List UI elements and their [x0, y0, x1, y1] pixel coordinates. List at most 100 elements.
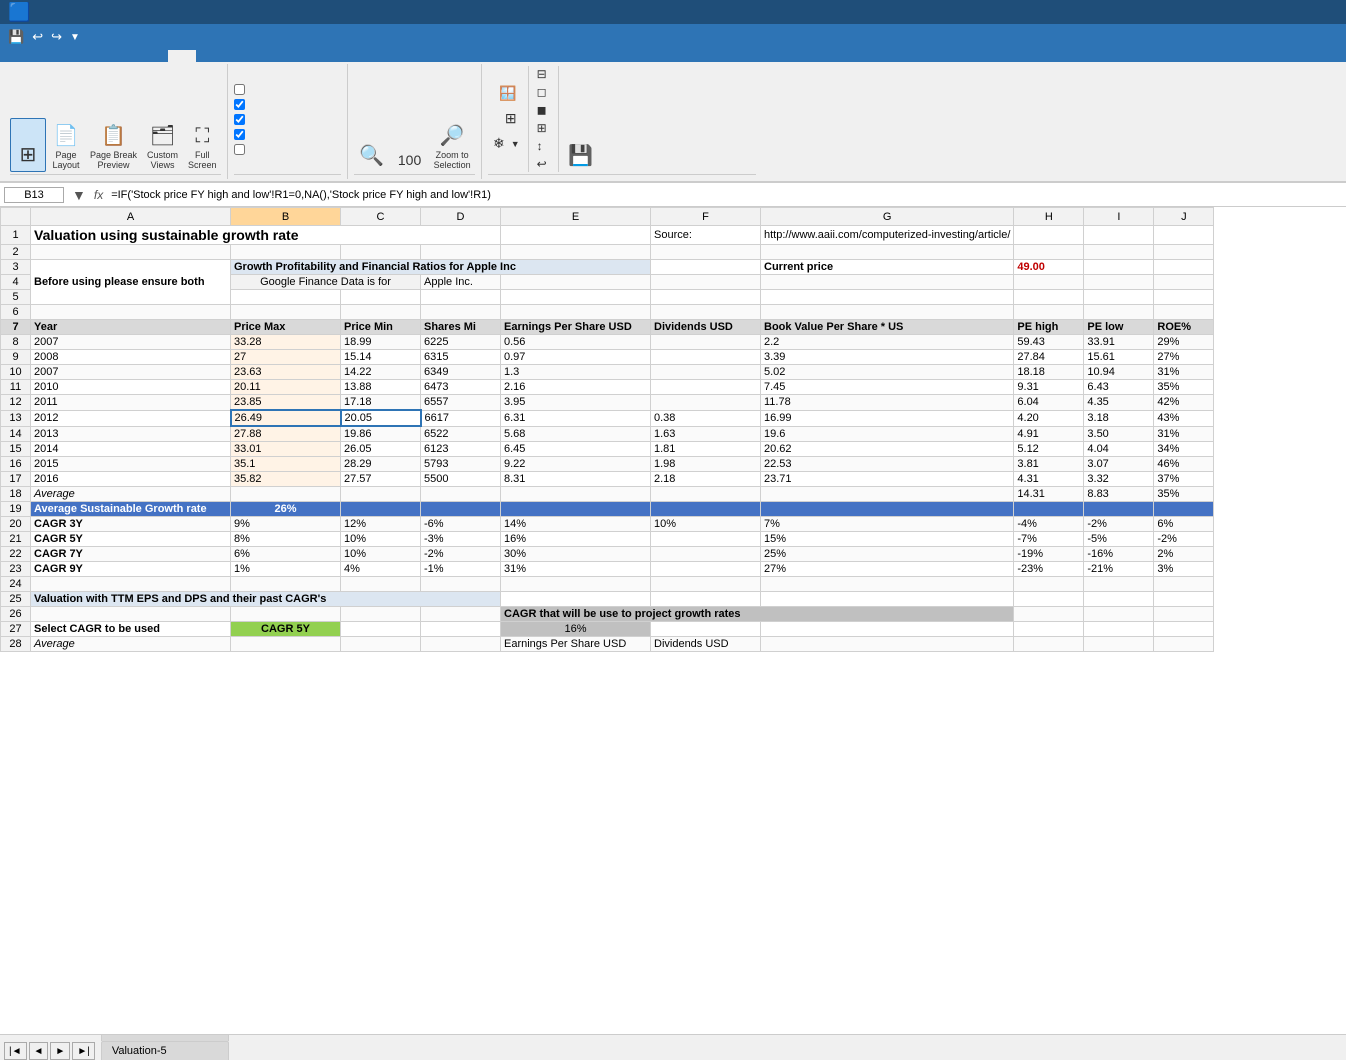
save-workspace-button[interactable]: 💾: [563, 118, 599, 172]
cell[interactable]: 6.04: [1014, 395, 1084, 411]
cell[interactable]: [341, 622, 421, 637]
cell[interactable]: CAGR 5Y: [31, 532, 231, 547]
first-sheet-button[interactable]: |◄: [4, 1042, 27, 1060]
cell[interactable]: [501, 502, 651, 517]
cell[interactable]: 34%: [1154, 442, 1214, 457]
tab-page-layout[interactable]: [56, 50, 84, 62]
cell[interactable]: 23.85: [231, 395, 341, 411]
cell[interactable]: [341, 577, 421, 592]
cell[interactable]: [761, 577, 1014, 592]
cell[interactable]: 10.94: [1084, 365, 1154, 380]
cell[interactable]: [651, 365, 761, 380]
cell[interactable]: 5.12: [1014, 442, 1084, 457]
cell[interactable]: [341, 487, 421, 502]
cell[interactable]: [1154, 226, 1214, 245]
cell[interactable]: [231, 245, 341, 260]
cell[interactable]: [651, 275, 761, 290]
cell[interactable]: 49.00: [1014, 260, 1084, 275]
cell[interactable]: Dividends USD: [651, 637, 761, 652]
last-sheet-button[interactable]: ►|: [72, 1042, 95, 1060]
cell[interactable]: 2011: [31, 395, 231, 411]
cell[interactable]: Apple Inc.: [421, 275, 501, 290]
cell[interactable]: [1084, 577, 1154, 592]
cell[interactable]: 29%: [1154, 335, 1214, 350]
cell[interactable]: [341, 637, 421, 652]
cell[interactable]: [1084, 622, 1154, 637]
normal-view-button[interactable]: ⊞: [10, 118, 46, 172]
cell[interactable]: 27.57: [341, 472, 421, 487]
ruler-checkbox[interactable]: [234, 84, 245, 95]
cell[interactable]: [421, 622, 501, 637]
cell[interactable]: 17.18: [341, 395, 421, 411]
cell[interactable]: [651, 335, 761, 350]
cell[interactable]: [761, 502, 1014, 517]
cell[interactable]: -1%: [421, 562, 501, 577]
cell[interactable]: Average: [31, 487, 231, 502]
col-header-F[interactable]: F: [651, 208, 761, 226]
cell[interactable]: 6.31: [501, 410, 651, 426]
cell[interactable]: [1084, 305, 1154, 320]
cell[interactable]: [651, 592, 761, 607]
cell[interactable]: Earnings Per Share USD: [501, 637, 651, 652]
cell[interactable]: 6522: [421, 426, 501, 442]
cell[interactable]: [651, 562, 761, 577]
cell[interactable]: 42%: [1154, 395, 1214, 411]
cell[interactable]: 3.07: [1084, 457, 1154, 472]
cell[interactable]: Price Min: [341, 320, 421, 335]
cell-reference-box[interactable]: [4, 187, 64, 203]
cell[interactable]: 6617: [421, 410, 501, 426]
cell[interactable]: [341, 245, 421, 260]
cell[interactable]: Average: [31, 637, 231, 652]
cell[interactable]: 19.6: [761, 426, 1014, 442]
zoom-100-button[interactable]: 100: [392, 118, 428, 172]
cell[interactable]: [1154, 290, 1214, 305]
cell[interactable]: 6123: [421, 442, 501, 457]
cell[interactable]: 15.14: [341, 350, 421, 365]
redo-button[interactable]: ↪: [47, 27, 66, 47]
cell[interactable]: [1154, 607, 1214, 622]
cell[interactable]: [1014, 502, 1084, 517]
cell[interactable]: [761, 245, 1014, 260]
cell[interactable]: [651, 532, 761, 547]
tab-view[interactable]: [168, 50, 196, 62]
cell[interactable]: 4%: [341, 562, 421, 577]
full-screen-button[interactable]: ⛶ FullScreen: [184, 118, 221, 172]
cell[interactable]: 6473: [421, 380, 501, 395]
cell[interactable]: [1014, 622, 1084, 637]
cell[interactable]: [1084, 502, 1154, 517]
cell[interactable]: 10%: [651, 517, 761, 532]
cell[interactable]: [421, 577, 501, 592]
cell[interactable]: 2007: [31, 335, 231, 350]
cell[interactable]: Price Max: [231, 320, 341, 335]
cell[interactable]: [651, 305, 761, 320]
cell[interactable]: 2.18: [651, 472, 761, 487]
cell[interactable]: 27: [231, 350, 341, 365]
cell[interactable]: -2%: [1084, 517, 1154, 532]
cell[interactable]: 10%: [341, 547, 421, 562]
cell[interactable]: 3%: [1154, 562, 1214, 577]
cell[interactable]: [651, 260, 761, 275]
cell[interactable]: 30%: [501, 547, 651, 562]
cell[interactable]: [1084, 607, 1154, 622]
cell[interactable]: 4.20: [1014, 410, 1084, 426]
cell[interactable]: 2014: [31, 442, 231, 457]
cell[interactable]: 33.01: [231, 442, 341, 457]
hide-button[interactable]: ◻: [533, 84, 554, 100]
cell[interactable]: [651, 502, 761, 517]
cell[interactable]: Earnings Per Share USD: [501, 320, 651, 335]
spreadsheet-container[interactable]: A B C D E F G H I J 1Valuation using sus…: [0, 207, 1346, 1034]
cell[interactable]: 35.1: [231, 457, 341, 472]
cell[interactable]: CAGR 3Y: [31, 517, 231, 532]
cell[interactable]: 2013: [31, 426, 231, 442]
cell[interactable]: -6%: [421, 517, 501, 532]
cell[interactable]: -3%: [421, 532, 501, 547]
split-button[interactable]: ⊟: [533, 66, 554, 82]
col-header-G[interactable]: G: [761, 208, 1014, 226]
cell[interactable]: 3.81: [1014, 457, 1084, 472]
col-header-D[interactable]: D: [421, 208, 501, 226]
cell[interactable]: [1084, 226, 1154, 245]
cell[interactable]: Source:: [651, 226, 761, 245]
cell[interactable]: [231, 290, 341, 305]
cell[interactable]: [761, 637, 1014, 652]
cell[interactable]: CAGR 9Y: [31, 562, 231, 577]
